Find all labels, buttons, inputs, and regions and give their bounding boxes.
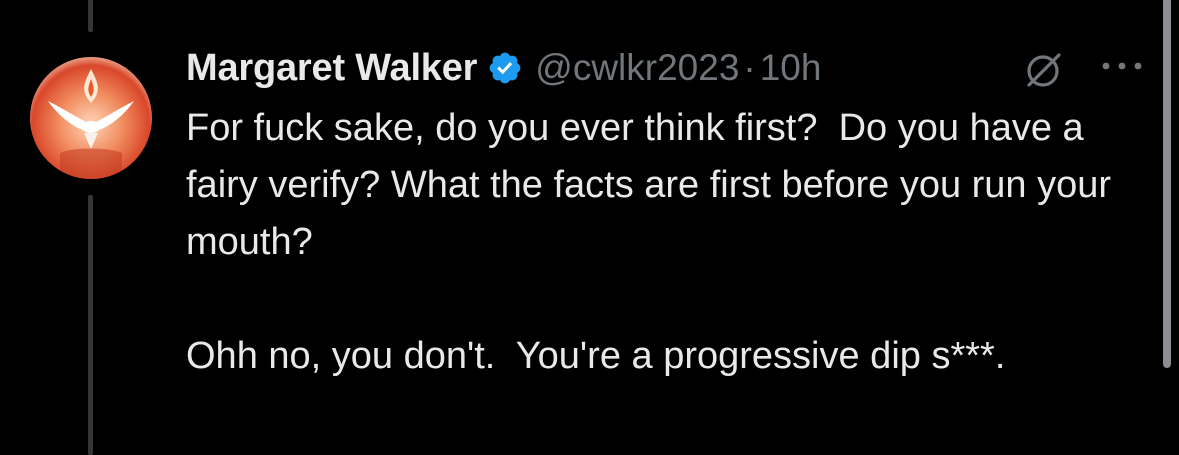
tweet-text: For fuck sake, do you ever think first? … (186, 100, 1146, 385)
author-display-name[interactable]: Margaret Walker (186, 47, 477, 90)
thread-connector-bottom (88, 195, 93, 455)
separator-dot: · (743, 47, 756, 88)
scrollbar[interactable] (1163, 0, 1171, 368)
tweet-header: Margaret Walker @cwlkr2023 · 10h (186, 40, 821, 96)
more-options-icon[interactable] (1098, 58, 1146, 74)
tweet-paragraph: Ohh no, you don't. You're a progressive … (186, 335, 1006, 377)
thread-connector-top (88, 0, 93, 32)
verified-badge-icon[interactable] (487, 50, 523, 86)
avatar[interactable] (30, 57, 152, 179)
tweet-paragraph: For fuck sake, do you ever think first? … (186, 107, 1122, 263)
dove-avatar-icon (30, 57, 152, 179)
author-handle[interactable]: @cwlkr2023 (535, 47, 739, 89)
grok-icon[interactable] (1022, 48, 1066, 92)
tweet-timestamp[interactable]: 10h (760, 47, 822, 89)
